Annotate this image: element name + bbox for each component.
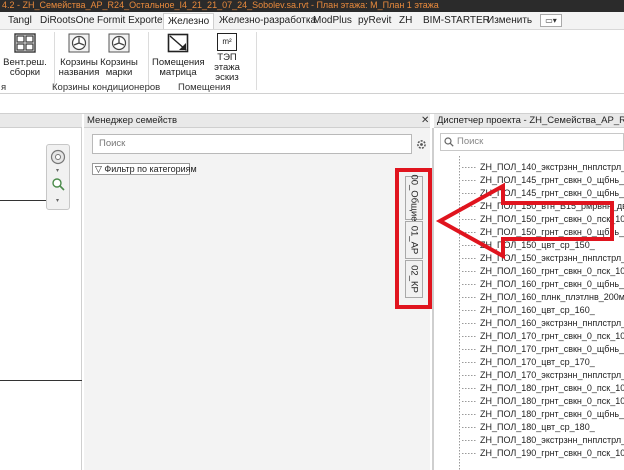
app-window: 4.2 - ZH_Семейства_АР_R24_Остальное_I4_2… [0,0,624,470]
annotation-arrow [435,182,614,260]
red-annotation-overlay [395,168,614,309]
annotation-highlight-box [395,168,432,309]
